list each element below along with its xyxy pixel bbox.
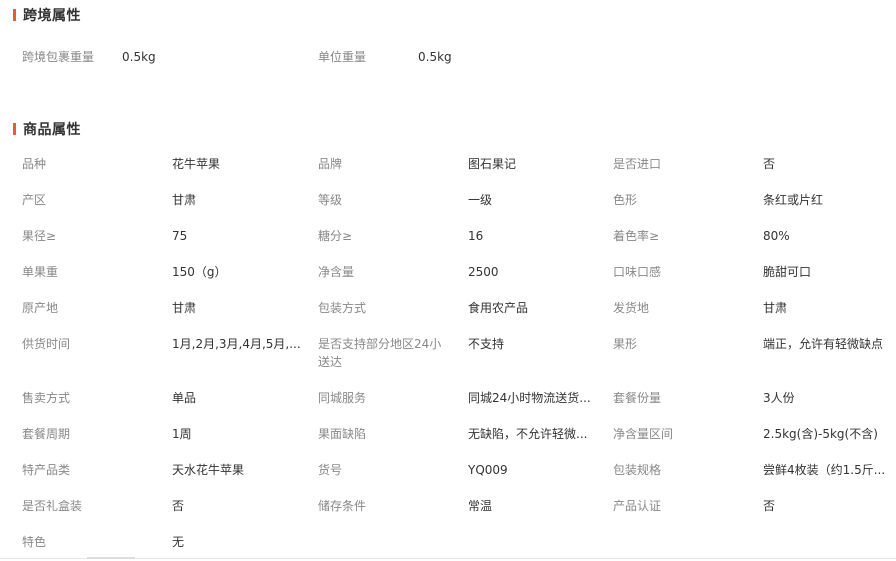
attr-label-grade: 等级 [318,193,343,207]
attr-value-brand: 图石果记 [468,157,517,171]
attr-value-unit-weight: 0.5kg [418,50,452,64]
attr-value-item-number: YQ009 [468,463,508,477]
attr-value-fruit-shape: 端正，允许有轻微缺点 [763,337,884,351]
attr-value-package-spec: 尝鲜4枚装（约1.5斤... [763,463,886,477]
cross-border-section-header: 跨境属性 [13,5,81,25]
attr-label-imported: 是否进口 [613,157,662,171]
bottom-divider-tab [87,557,135,559]
attr-label-item-number: 货号 [318,463,343,477]
attr-label-storage: 储存条件 [318,499,367,513]
attr-label-package-weight: 跨境包裹重量 [22,50,95,64]
attr-value-24h-delivery: 不支持 [468,337,505,351]
attr-value-package-portion: 3人份 [763,391,795,405]
attr-value-specialty-category: 天水花牛苹果 [172,463,245,477]
attr-value-ship-from: 甘肃 [763,301,788,315]
attr-label-unit-weight: 单位重量 [318,50,367,64]
attr-value-imported: 否 [763,157,776,171]
attr-value-storage: 常温 [468,499,493,513]
attr-label-local-service: 同城服务 [318,391,367,405]
attr-value-fruit-weight: 150（g） [172,265,227,279]
attr-label-variety: 品种 [22,157,47,171]
attr-label-fruit-weight: 单果重 [22,265,59,279]
attr-label-taste: 口味口感 [613,265,662,279]
attr-label-sugar: 糖分≥ [318,229,353,243]
attr-value-sugar: 16 [468,229,484,243]
attr-value-package-weight: 0.5kg [122,50,156,64]
attr-value-supply-time: 1月,2月,3月,4月,5月,... [172,337,301,351]
attr-value-coloring-rate: 80% [763,229,790,243]
attr-label-24h-delivery: 是否支持部分地区24小送达 [318,337,442,369]
attr-label-coloring-rate: 着色率≥ [613,229,660,243]
attr-label-region: 产区 [22,193,47,207]
attr-label-color-shape: 色形 [613,193,638,207]
attr-label-surface-defect: 果面缺陷 [318,427,367,441]
attr-value-packaging: 食用农产品 [468,301,529,315]
attr-value-region: 甘肃 [172,193,197,207]
attr-value-taste: 脆甜可口 [763,265,812,279]
section-accent-bar [13,123,16,135]
attr-label-specialty-category: 特产品类 [22,463,71,477]
attr-label-feature: 特色 [22,535,47,549]
attr-value-local-service: 同城24小时物流送货... [468,391,591,405]
attr-value-surface-defect: 无缺陷，不允许轻微... [468,427,588,441]
attr-label-diameter: 果径≥ [22,229,57,243]
attr-label-net-range: 净含量区间 [613,427,674,441]
section-accent-bar [13,9,16,21]
attr-value-feature: 无 [172,535,185,549]
attr-value-net-range: 2.5kg(含)-5kg(不含) [763,427,878,441]
attr-value-gift-box: 否 [172,499,185,513]
attr-value-variety: 花牛苹果 [172,157,221,171]
attr-value-package-cycle: 1周 [172,427,192,441]
attr-value-net-content: 2500 [468,265,499,279]
attr-label-gift-box: 是否礼盒装 [22,499,83,513]
attr-label-sale-method: 售卖方式 [22,391,71,405]
attr-value-diameter: 75 [172,229,188,243]
attr-value-origin: 甘肃 [172,301,197,315]
attr-value-grade: 一级 [468,193,493,207]
attr-value-color-shape: 条红或片红 [763,193,824,207]
attr-label-ship-from: 发货地 [613,301,650,315]
attr-label-certification: 产品认证 [613,499,662,513]
attr-label-package-portion: 套餐份量 [613,391,662,405]
attr-label-supply-time: 供货时间 [22,337,71,351]
attr-value-sale-method: 单品 [172,391,197,405]
cross-border-section-title: 跨境属性 [23,8,81,24]
attr-label-package-cycle: 套餐周期 [22,427,71,441]
attr-label-fruit-shape: 果形 [613,337,638,351]
product-section-title: 商品属性 [23,122,81,138]
attr-label-package-spec: 包装规格 [613,463,662,477]
attr-label-brand: 品牌 [318,157,343,171]
attr-label-net-content: 净含量 [318,265,355,279]
attr-value-certification: 否 [763,499,776,513]
product-section-header: 商品属性 [13,119,81,139]
attr-label-packaging: 包装方式 [318,301,367,315]
attr-label-origin: 原产地 [22,301,59,315]
